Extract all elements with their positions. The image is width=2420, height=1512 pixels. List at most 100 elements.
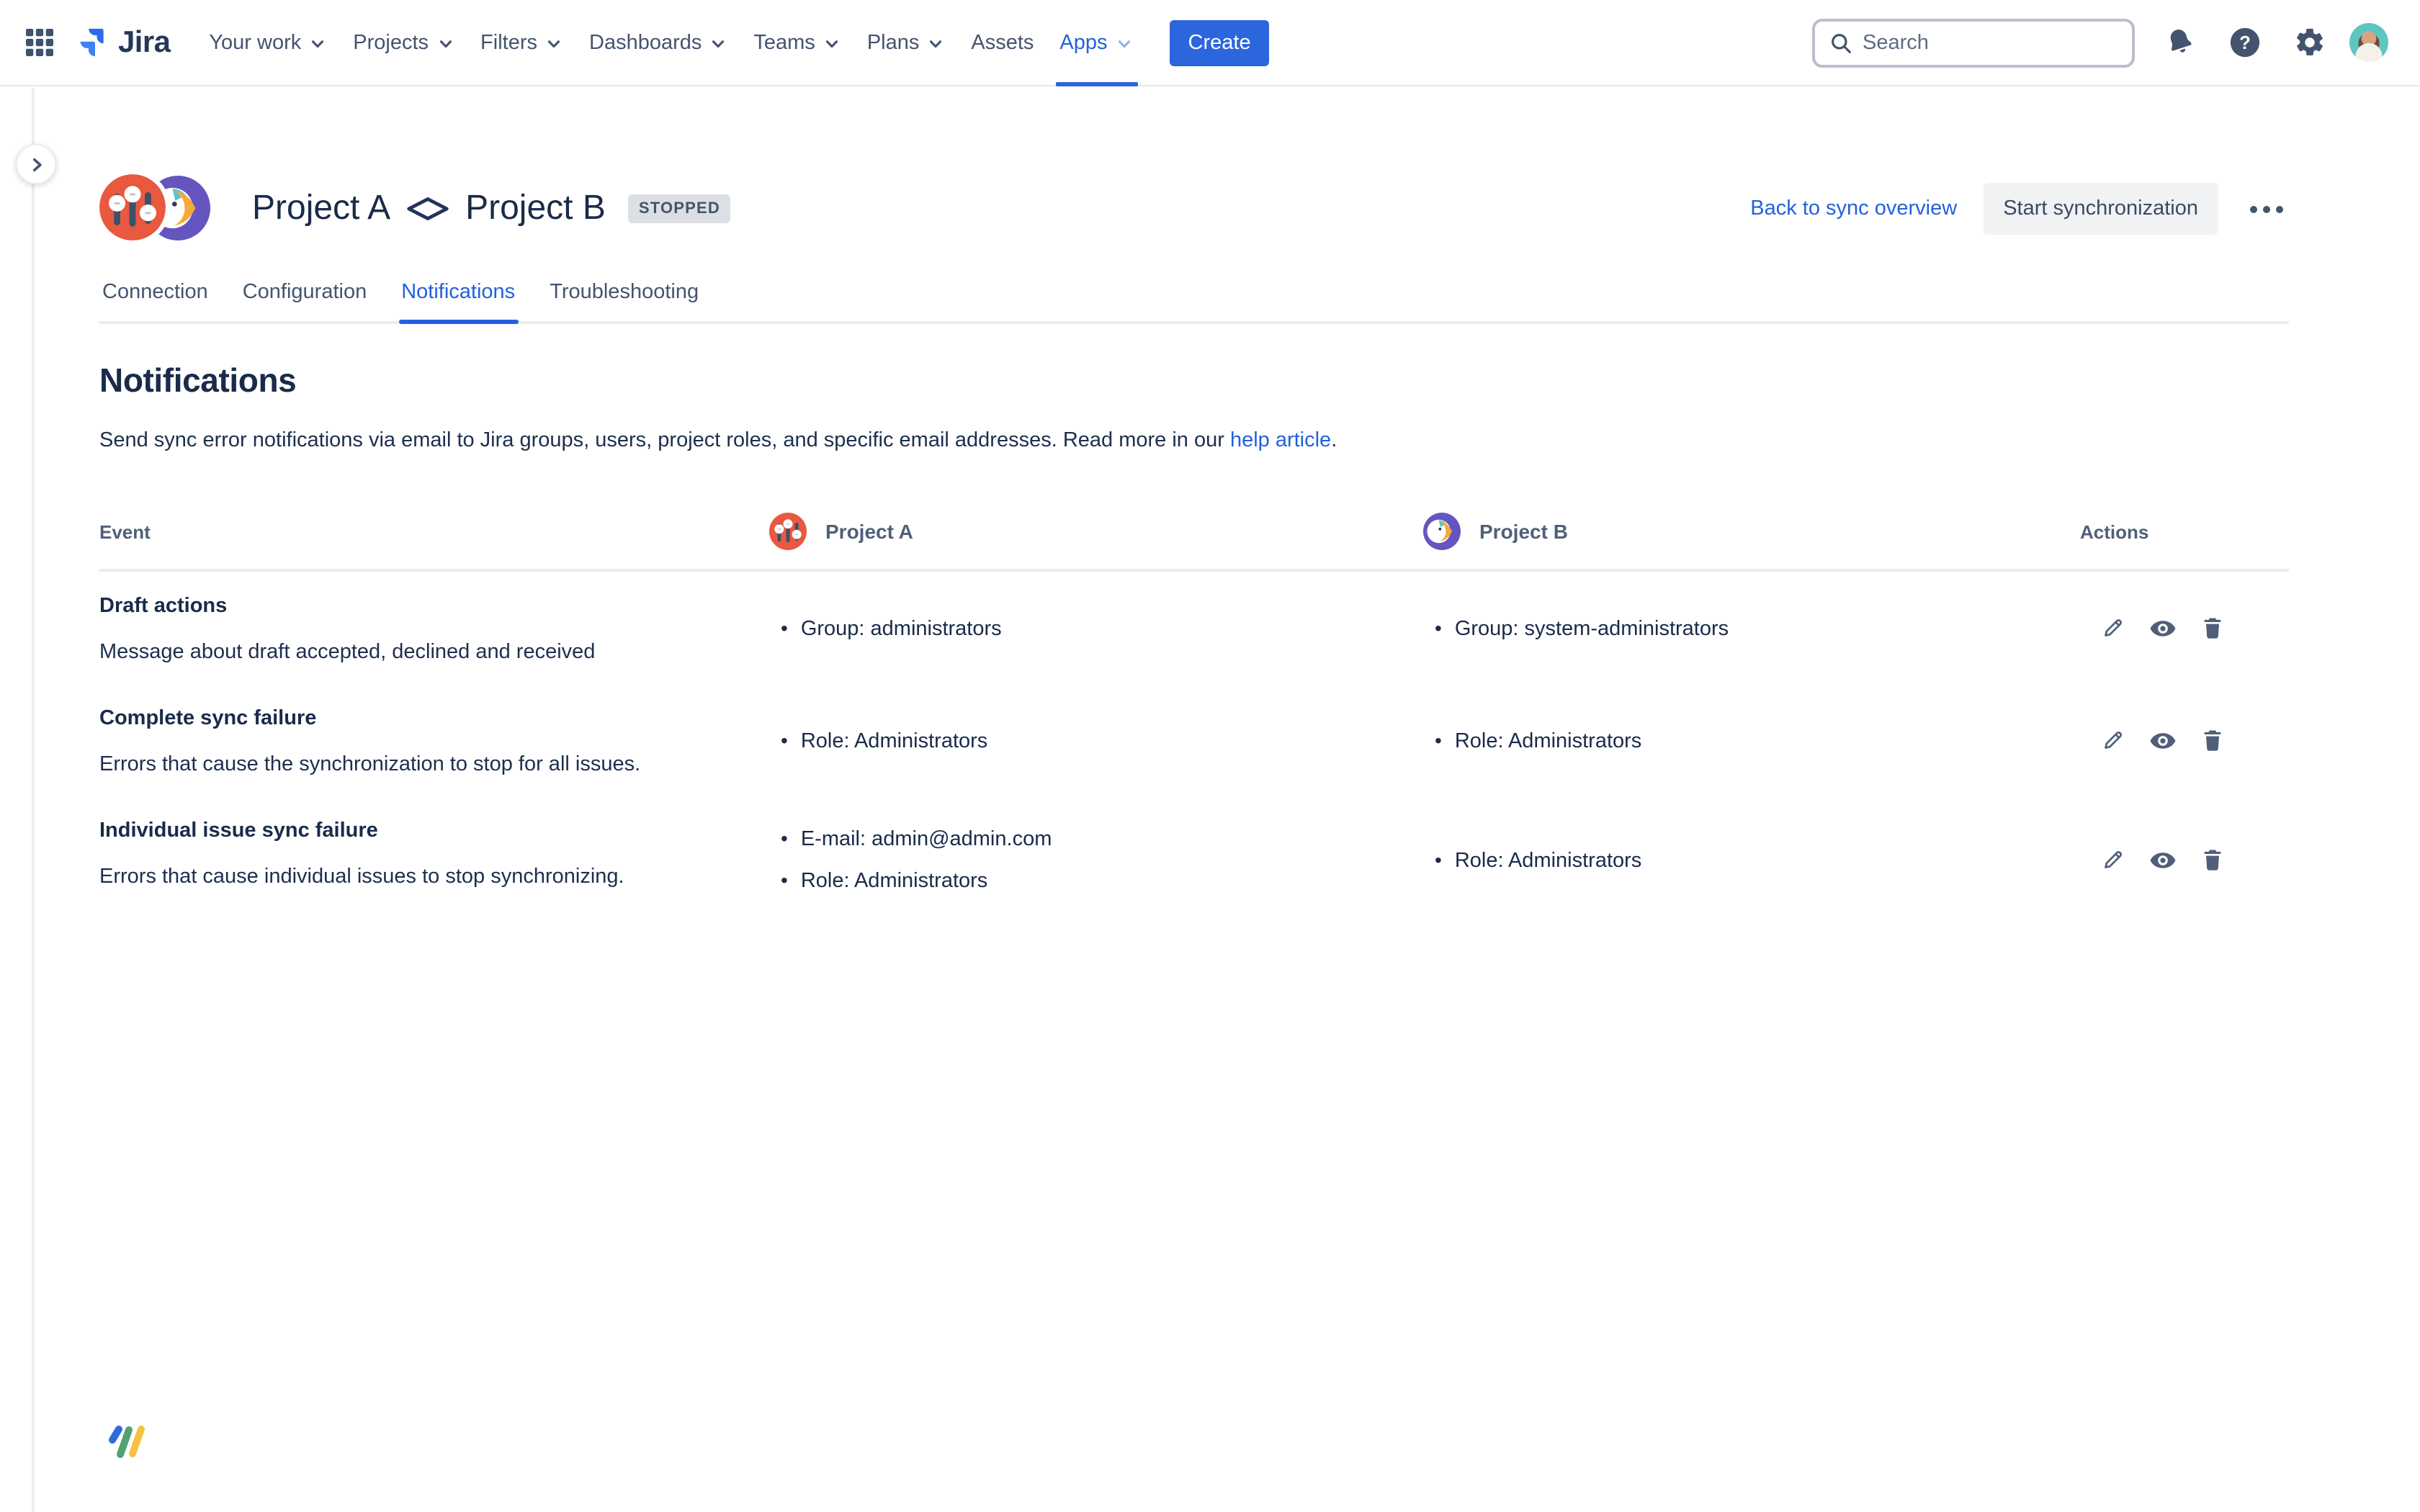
- chevron-down-icon: [823, 35, 841, 53]
- primary-nav: Your workProjectsFiltersDashboardsTeamsP…: [196, 0, 1146, 86]
- chevron-down-icon: [308, 35, 327, 53]
- tab-bar: Connection Configuration Notifications Trou…: [99, 266, 2289, 324]
- event-title: Individual issue sync failure: [99, 819, 726, 842]
- more-actions-button[interactable]: [2244, 194, 2289, 224]
- project-b-recipients: Group: system-administrators: [1423, 572, 2080, 684]
- main-content: Project A Project B STOPPED Back to sync…: [0, 88, 2420, 1512]
- section-description: Send sync error notifications via email …: [99, 429, 2289, 452]
- edit-button[interactable]: [2097, 724, 2129, 756]
- nav-item-assets[interactable]: Assets: [958, 0, 1047, 86]
- project-a-recipients: E-mail: admin@admin.comRole: Administrat…: [769, 796, 1423, 923]
- tab-configuration[interactable]: Configuration: [240, 266, 370, 321]
- app-switcher-icon[interactable]: [17, 20, 62, 65]
- event-title: Draft actions: [99, 595, 726, 618]
- column-header-project-b: Project B: [1423, 513, 2080, 550]
- row-actions: [2080, 572, 2289, 684]
- nav-item-plans[interactable]: Plans: [854, 0, 959, 86]
- tab-troubleshooting[interactable]: Troubleshooting: [547, 266, 702, 321]
- help-icon[interactable]: ?: [2220, 17, 2270, 68]
- nav-item-dashboards[interactable]: Dashboards: [576, 0, 740, 86]
- column-header-project-a: Project A: [769, 513, 1423, 550]
- table-header: Event Project A Project B Actions: [99, 513, 2289, 572]
- nav-item-teams[interactable]: Teams: [740, 0, 853, 86]
- chevron-down-icon: [544, 35, 563, 53]
- jira-window: Jira Your workProjectsFiltersDashboardsT…: [0, 0, 2420, 1512]
- section-title: Notifications: [99, 361, 2289, 400]
- search-input[interactable]: [1863, 31, 2132, 54]
- view-eye-icon: [2149, 846, 2177, 873]
- nav-item-apps[interactable]: Apps: [1047, 0, 1146, 86]
- search-icon: [1829, 31, 1852, 54]
- table-body: Draft actions Message about draft accept…: [99, 572, 2289, 923]
- row-actions: [2080, 684, 2289, 796]
- event-cell: Complete sync failure Errors that cause …: [99, 684, 769, 796]
- delete-trash-icon: [2200, 615, 2226, 641]
- view-eye-icon: [2149, 726, 2177, 754]
- recipient-item: Role: Administrators: [1423, 728, 2037, 752]
- delete-button[interactable]: [2197, 612, 2228, 644]
- chevron-down-icon: [926, 35, 945, 53]
- recipient-item: Role: Administrators: [769, 868, 1380, 893]
- help-article-link[interactable]: help article: [1230, 429, 1331, 452]
- table-row-draft-actions: Draft actions Message about draft accept…: [99, 572, 2289, 684]
- project-a-avatar-small: [769, 513, 807, 550]
- sync-app-logo-icon: [107, 1424, 145, 1467]
- jira-logo[interactable]: Jira: [73, 24, 170, 60]
- edit-pencil-icon: [2100, 727, 2126, 753]
- nav-item-filters[interactable]: Filters: [467, 0, 576, 86]
- event-description: Errors that cause individual issues to s…: [99, 865, 726, 888]
- search-box: [1812, 18, 2135, 67]
- project-a-recipients: Role: Administrators: [769, 684, 1423, 796]
- expand-sidebar-button[interactable]: [16, 144, 56, 184]
- project-b-recipients: Role: Administrators: [1423, 796, 2080, 923]
- more-horizontal-icon: [2250, 205, 2257, 212]
- status-badge: STOPPED: [629, 194, 730, 223]
- svg-text:?: ?: [2239, 33, 2251, 53]
- project-b-recipients: Role: Administrators: [1423, 684, 2080, 796]
- page-header: Project A Project B STOPPED Back to sync…: [99, 174, 2289, 243]
- notification-bell-icon[interactable]: [2155, 17, 2205, 68]
- event-description: Errors that cause the synchronization to…: [99, 753, 726, 776]
- recipient-item: Role: Administrators: [1423, 847, 2037, 872]
- nav-item-projects[interactable]: Projects: [340, 0, 467, 86]
- event-cell: Individual issue sync failure Errors tha…: [99, 796, 769, 923]
- nav-item-your-work[interactable]: Your work: [196, 0, 340, 86]
- edit-button[interactable]: [2097, 612, 2129, 644]
- view-eye-icon: [2149, 614, 2177, 642]
- start-synchronization-button[interactable]: Start synchronization: [1983, 183, 2218, 235]
- delete-trash-icon: [2200, 847, 2226, 873]
- view-button[interactable]: [2146, 724, 2179, 757]
- jira-logo-icon: [73, 24, 109, 60]
- project-a-recipients: Group: administrators: [769, 572, 1423, 684]
- tab-connection[interactable]: Connection: [99, 266, 211, 321]
- chevron-down-icon: [1115, 35, 1134, 53]
- top-navigation: Jira Your workProjectsFiltersDashboardsT…: [0, 0, 2420, 86]
- tab-notifications[interactable]: Notifications: [398, 266, 518, 321]
- page-title: Project A Project B: [252, 189, 606, 229]
- back-to-sync-overview-link[interactable]: Back to sync overview: [1750, 197, 1957, 220]
- create-button[interactable]: Create: [1170, 19, 1270, 66]
- event-cell: Draft actions Message about draft accept…: [99, 572, 769, 684]
- view-button[interactable]: [2146, 611, 2179, 644]
- sync-diamond-icon: [406, 196, 449, 222]
- event-title: Complete sync failure: [99, 707, 726, 730]
- sync-project-avatars: [99, 174, 212, 243]
- user-avatar[interactable]: [2349, 23, 2388, 62]
- column-header-event: Event: [99, 521, 769, 542]
- edit-button[interactable]: [2097, 844, 2129, 876]
- row-actions: [2080, 796, 2289, 923]
- settings-gear-icon[interactable]: [2285, 17, 2335, 68]
- delete-button[interactable]: [2197, 844, 2228, 876]
- project-a-avatar: [99, 174, 166, 240]
- jira-logo-text: Jira: [118, 25, 170, 60]
- recipient-item: Group: system-administrators: [1423, 616, 2037, 640]
- chevron-down-icon: [436, 35, 454, 53]
- notifications-table: Event Project A Project B Actions Draft …: [99, 513, 2289, 923]
- delete-trash-icon: [2200, 727, 2226, 753]
- recipient-item: Group: administrators: [769, 616, 1380, 640]
- project-b-avatar-small: [1423, 513, 1461, 550]
- delete-button[interactable]: [2197, 724, 2228, 756]
- table-row-individual-issue-sync-failure: Individual issue sync failure Errors tha…: [99, 796, 2289, 923]
- view-button[interactable]: [2146, 843, 2179, 876]
- edit-pencil-icon: [2100, 615, 2126, 641]
